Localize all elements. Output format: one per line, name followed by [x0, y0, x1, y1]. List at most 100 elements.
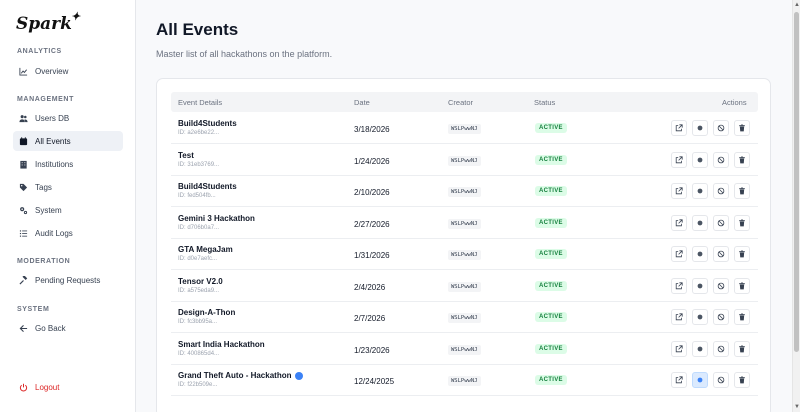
ban-event-button[interactable]	[713, 214, 729, 231]
row-actions	[671, 340, 750, 357]
feature-toggle-button[interactable]	[692, 372, 708, 388]
open-event-button[interactable]	[671, 372, 687, 388]
ban-event-button[interactable]	[713, 277, 729, 294]
sidebar-item-tags[interactable]: Tags	[13, 177, 123, 197]
ban-event-button[interactable]	[713, 120, 729, 136]
status-badge: ACTIVE	[535, 312, 567, 322]
delete-event-button[interactable]	[734, 340, 750, 357]
event-name-text: Tensor V2.0	[178, 276, 223, 286]
event-date: 2/7/2026	[354, 314, 386, 323]
event-name: Design-A-Thon	[178, 308, 235, 317]
event-date: 3/18/2026	[354, 125, 390, 134]
sidebar-item-audit-logs[interactable]: Audit Logs	[13, 223, 123, 243]
sidebar-item-users-db[interactable]: Users DB	[13, 108, 123, 128]
sidebar-item-label: System	[35, 205, 62, 215]
status-badge: ACTIVE	[535, 249, 567, 259]
delete-event-button[interactable]	[734, 372, 750, 388]
open-event-button[interactable]	[671, 183, 687, 199]
ban-icon	[717, 156, 725, 164]
sidebar-item-label: All Events	[35, 136, 71, 146]
event-name: Smart India Hackathon	[178, 340, 265, 349]
feature-toggle-button[interactable]	[692, 214, 708, 231]
event-id: ID: 400865d4...	[178, 350, 220, 357]
creator-id: WSLPwwNJ	[448, 187, 481, 197]
sidebar-item-system[interactable]: System	[13, 200, 123, 220]
ban-event-button[interactable]	[713, 183, 729, 199]
scroll-up-icon[interactable]: ▲	[794, 2, 800, 8]
delete-event-button[interactable]	[734, 246, 750, 262]
open-event-button[interactable]	[671, 120, 687, 136]
feature-dot-icon	[696, 156, 704, 164]
external-link-icon	[675, 344, 683, 353]
creator-id: WSLPwwNJ	[448, 218, 481, 229]
feature-dot-icon	[696, 250, 704, 258]
app-logo[interactable]: Spark✦	[16, 10, 81, 34]
feature-toggle-button[interactable]	[692, 340, 708, 357]
event-date: 2/10/2026	[354, 188, 390, 197]
ban-event-button[interactable]	[713, 151, 729, 168]
external-link-icon	[675, 313, 683, 321]
open-event-button[interactable]	[671, 277, 687, 294]
scrollbar-thumb[interactable]	[794, 12, 799, 352]
creator-id: WSLPwwNJ	[448, 313, 481, 323]
table-row: Build4Students ID: a2e6be22... 3/18/2026 WS…	[171, 113, 758, 144]
feature-dot-icon	[696, 345, 704, 353]
delete-event-button[interactable]	[734, 151, 750, 168]
feature-toggle-button[interactable]	[692, 120, 708, 136]
sidebar-item-label: Go Back	[35, 323, 66, 333]
table-row: Tensor V2.0 ID: a575eda9... 2/4/2026 WSLPww…	[171, 271, 758, 302]
delete-event-button[interactable]	[734, 277, 750, 294]
feature-dot-icon	[696, 219, 704, 227]
ban-event-button[interactable]	[713, 246, 729, 262]
feature-toggle-button[interactable]	[692, 309, 708, 325]
delete-event-button[interactable]	[734, 214, 750, 231]
page-title: All Events	[156, 20, 239, 39]
scroll-down-icon[interactable]: ▼	[794, 404, 800, 410]
status-badge: ACTIVE	[535, 186, 567, 196]
event-id: ID: d0e7aefc...	[178, 256, 218, 262]
feature-toggle-button[interactable]	[692, 246, 708, 262]
sidebar-item-all-events[interactable]: All Events	[13, 131, 123, 151]
section-label-moderation: MODERATION	[17, 258, 71, 265]
feature-toggle-button[interactable]	[692, 183, 708, 199]
event-name: GTA MegaJam	[178, 245, 233, 254]
event-id: ID: fed504fb...	[178, 193, 216, 199]
status-badge: ACTIVE	[535, 154, 567, 165]
ban-event-button[interactable]	[713, 309, 729, 325]
delete-event-button[interactable]	[734, 120, 750, 136]
delete-event-button[interactable]	[734, 183, 750, 199]
vertical-scrollbar[interactable]: ▲ ▼	[792, 0, 800, 412]
sidebar-item-pending-requests[interactable]: Pending Requests	[13, 270, 123, 290]
sidebar-item-institutions[interactable]: Institutions	[13, 154, 123, 174]
row-actions	[671, 183, 750, 199]
logout-button[interactable]: Logout	[13, 377, 123, 397]
event-id: ID: a575eda9...	[178, 287, 220, 294]
delete-event-button[interactable]	[734, 309, 750, 325]
sidebar-item-go-back[interactable]: Go Back	[13, 318, 123, 338]
sidebar-item-label: Audit Logs	[35, 228, 73, 238]
feature-dot-icon	[696, 313, 704, 321]
table-row: Build4Students ID: fed504fb... 2/10/2026 WS…	[171, 176, 758, 207]
feature-dot-icon	[696, 124, 704, 132]
arrow-left-icon	[19, 324, 28, 333]
open-event-button[interactable]	[671, 309, 687, 325]
feature-dot-icon	[696, 282, 704, 290]
table-row: Grand Theft Auto - Hackathon ID: f22b509e…	[171, 365, 758, 396]
ban-event-button[interactable]	[713, 340, 729, 357]
table-row: GTA MegaJam ID: d0e7aefc... 1/31/2026 WSLPw…	[171, 239, 758, 270]
users-icon	[19, 114, 28, 123]
sidebar-item-overview[interactable]: Overview	[13, 61, 123, 81]
open-event-button[interactable]	[671, 340, 687, 357]
trash-icon	[738, 124, 746, 132]
ban-event-button[interactable]	[713, 372, 729, 388]
open-event-button[interactable]	[671, 151, 687, 168]
feature-dot-icon	[696, 376, 704, 384]
open-event-button[interactable]	[671, 214, 687, 231]
table-row: Gemini 3 Hackathon ID: d706b0a7... 2/27/20…	[171, 208, 758, 239]
feature-toggle-button[interactable]	[692, 151, 708, 168]
open-event-button[interactable]	[671, 246, 687, 262]
feature-toggle-button[interactable]	[692, 277, 708, 294]
row-actions	[671, 214, 750, 231]
trash-icon	[738, 155, 746, 164]
col-creator: Creator	[448, 98, 474, 107]
